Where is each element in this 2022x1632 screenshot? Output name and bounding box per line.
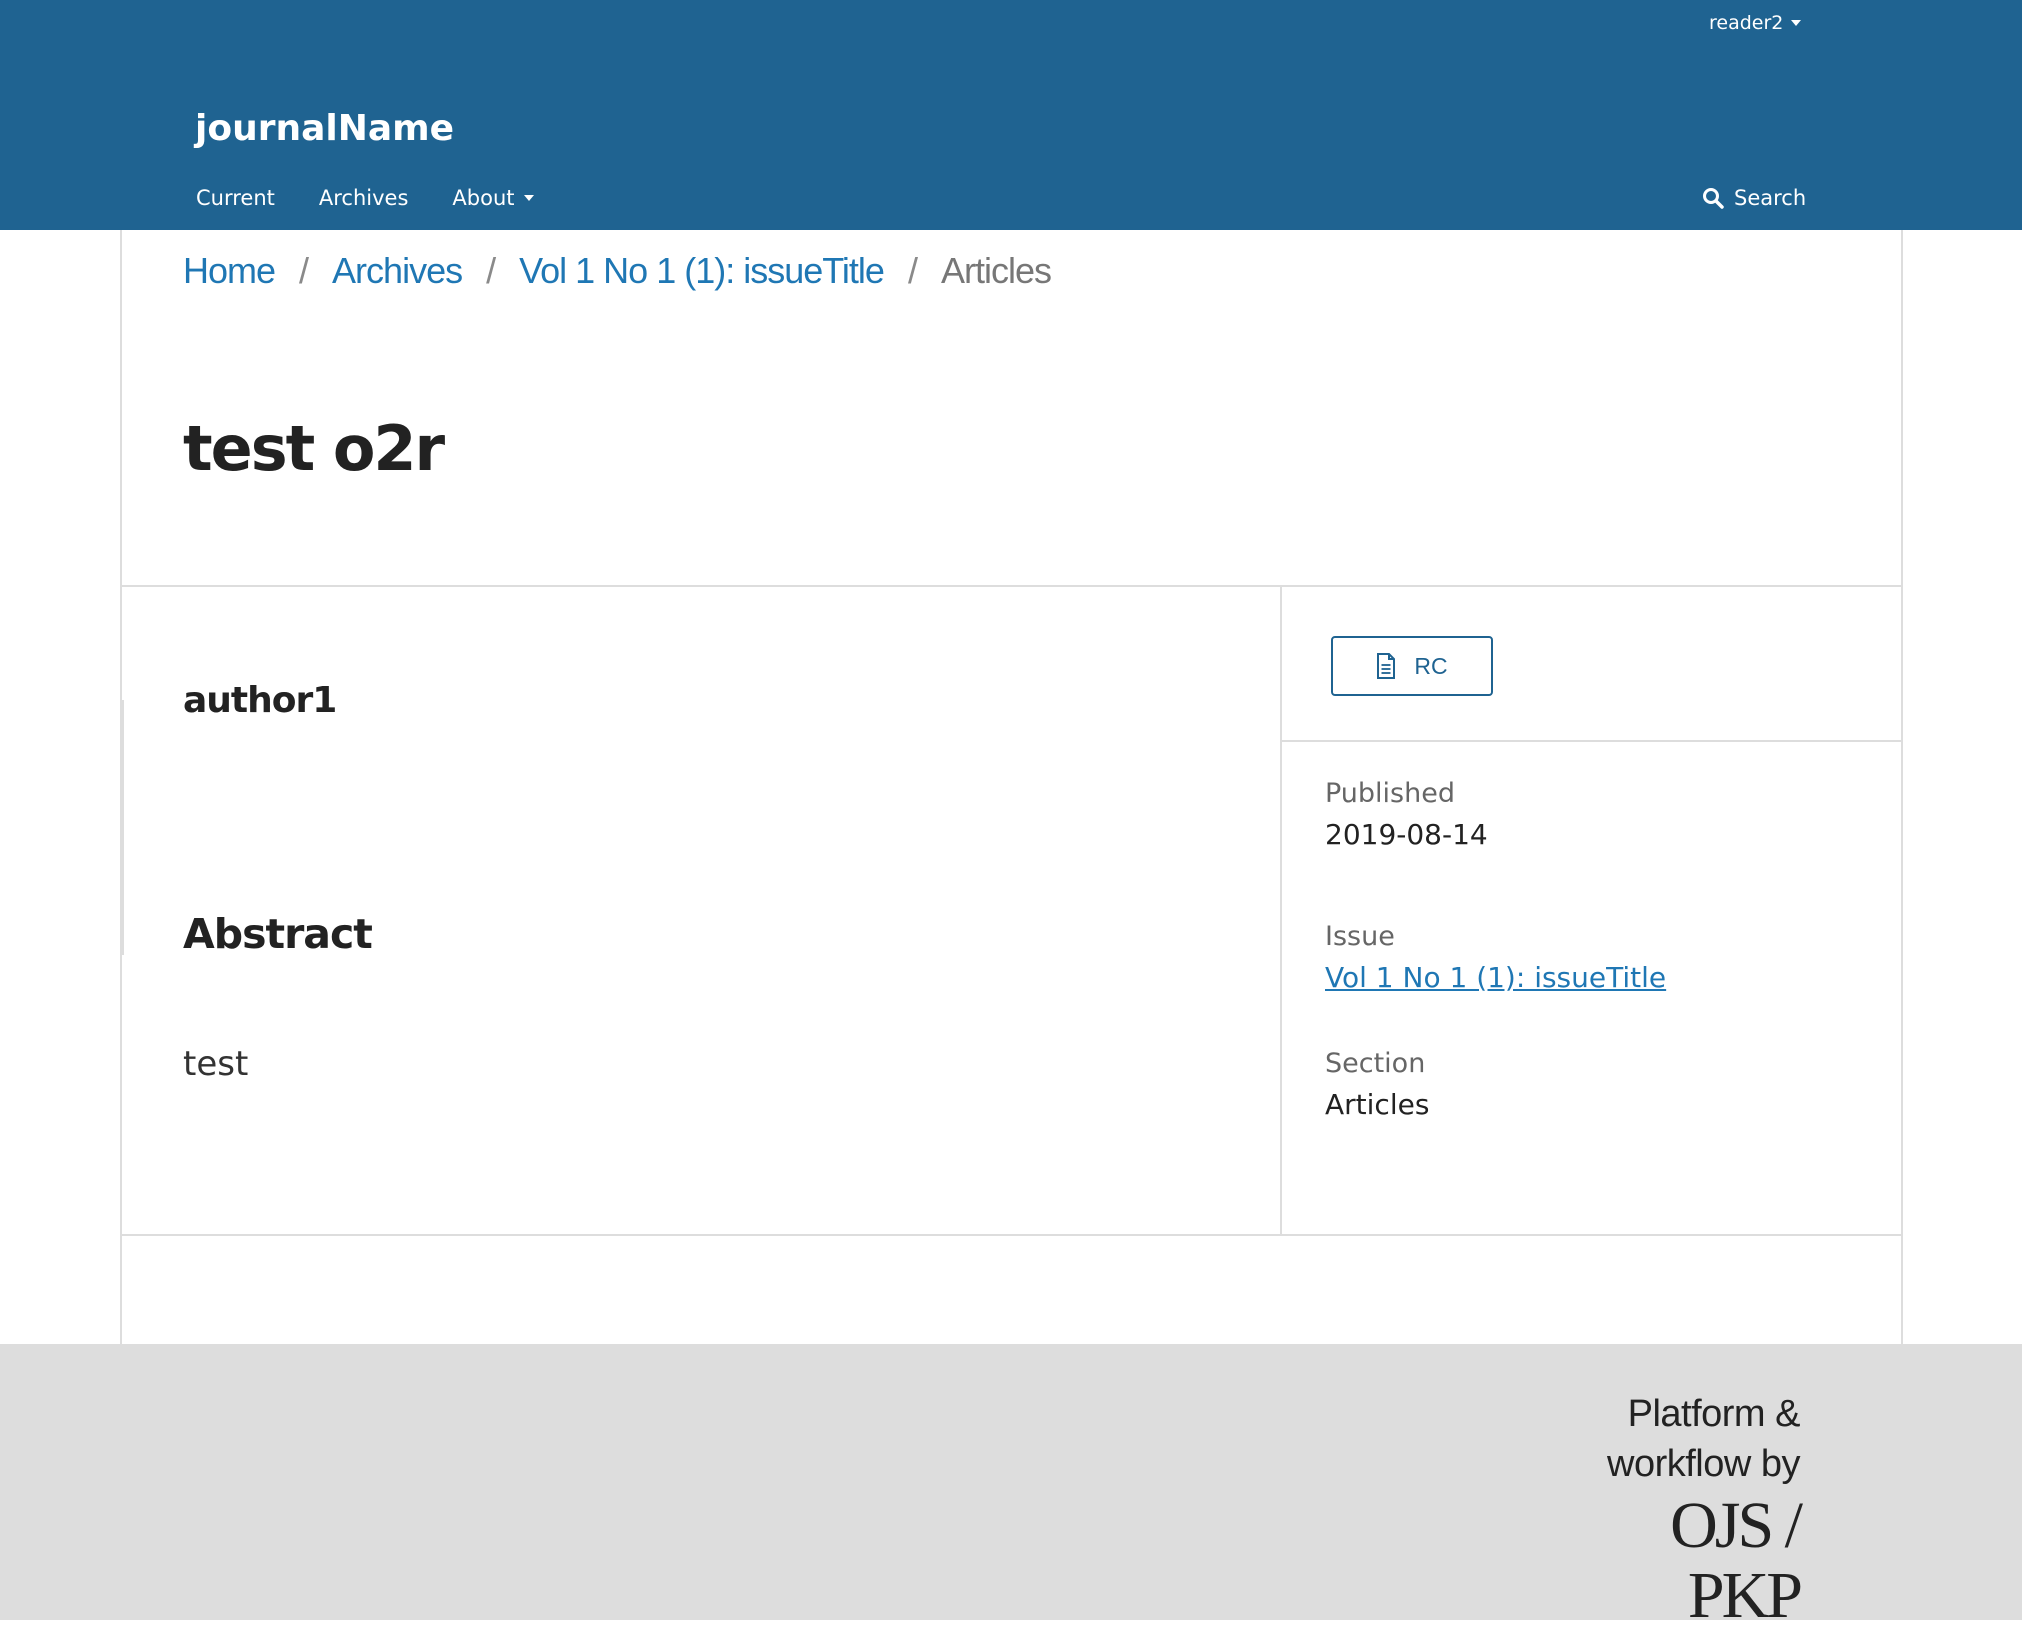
breadcrumb-separator: / bbox=[486, 250, 496, 291]
issue-label: Issue bbox=[1325, 921, 1395, 952]
abstract-text: test bbox=[183, 1044, 249, 1084]
caret-down-icon bbox=[1791, 20, 1802, 26]
breadcrumb-separator: / bbox=[907, 250, 918, 291]
breadcrumb: Home / Archives / Vol 1 No 1 (1): issueT… bbox=[183, 250, 1052, 292]
nav-item-label: Archives bbox=[318, 186, 409, 210]
abstract-heading: Abstract bbox=[183, 910, 373, 958]
site-footer: Platform & workflow by OJS / PKP bbox=[0, 1344, 2022, 1631]
nav-item-label: Current bbox=[196, 186, 275, 210]
site-name-link[interactable]: journalName bbox=[195, 108, 454, 149]
ojs-pkp-logo: OJS / PKP bbox=[1670, 1489, 1803, 1632]
user-menu[interactable]: reader2 bbox=[1709, 12, 1802, 34]
breadcrumb-separator: / bbox=[299, 250, 309, 291]
issue-link[interactable]: Vol 1 No 1 (1): issueTitle bbox=[1325, 961, 1666, 994]
nav-item-archives[interactable]: Archives bbox=[319, 186, 409, 210]
user-name: reader2 bbox=[1709, 12, 1784, 34]
left-edge-marker bbox=[122, 700, 124, 955]
published-value: 2019-08-14 bbox=[1325, 818, 1488, 851]
sidebar-divider bbox=[1282, 740, 1901, 742]
breadcrumb-archives[interactable]: Archives bbox=[332, 250, 463, 292]
column-divider bbox=[1280, 587, 1282, 1234]
section-label: Section bbox=[1325, 1048, 1426, 1079]
search-link[interactable]: Search bbox=[1702, 186, 1806, 210]
breadcrumb-issue[interactable]: Vol 1 No 1 (1): issueTitle bbox=[519, 250, 885, 292]
pkp-line-2: workflow by bbox=[1607, 1443, 1801, 1485]
primary-nav: Current Archives About bbox=[196, 186, 534, 210]
article-page: Home / Archives / Vol 1 No 1 (1): issueT… bbox=[120, 230, 1903, 1344]
section-value: Articles bbox=[1325, 1088, 1430, 1121]
breadcrumb-current: Articles bbox=[940, 250, 1052, 291]
divider bbox=[122, 585, 1901, 587]
published-label: Published bbox=[1325, 778, 1455, 809]
article-title: test o2r bbox=[183, 412, 445, 485]
search-label: Search bbox=[1734, 186, 1807, 210]
breadcrumb-home[interactable]: Home bbox=[183, 250, 276, 292]
caret-down-icon bbox=[523, 195, 534, 201]
divider bbox=[122, 1234, 1901, 1236]
galley-rc-button[interactable]: RC bbox=[1331, 636, 1493, 696]
pkp-brand-link[interactable]: Platform & workflow by OJS / PKP bbox=[1560, 1389, 1803, 1632]
search-icon bbox=[1703, 188, 1724, 209]
document-icon bbox=[1377, 653, 1396, 679]
pkp-line-1: Platform & bbox=[1627, 1393, 1801, 1435]
galley-label: RC bbox=[1414, 652, 1448, 679]
nav-item-about[interactable]: About bbox=[452, 186, 534, 210]
author-name: author1 bbox=[183, 680, 337, 721]
nav-item-label: About bbox=[452, 186, 515, 210]
nav-item-current[interactable]: Current bbox=[196, 186, 275, 210]
site-header: reader2 journalName Current Archives Abo… bbox=[0, 0, 2022, 230]
